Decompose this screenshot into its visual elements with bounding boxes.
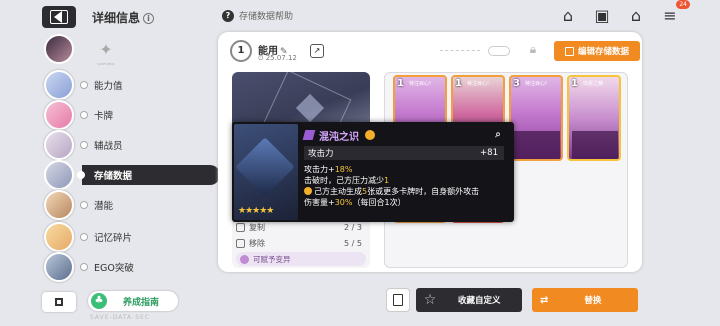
star-icon: ☆ [423,292,437,308]
coin-icon [365,130,375,140]
copy-stat: 复制 2 / 3 [236,220,366,234]
radio-dot [80,81,88,89]
lock-icon[interactable]: 🔒︎ [526,42,540,58]
collect-custom-button[interactable]: ☆ 收藏自定义 [416,288,522,312]
avatar [44,252,74,282]
variant-button[interactable]: 可赋予变异 [236,252,366,266]
avatar [44,160,74,190]
avatar [44,130,74,160]
panel-header: 1 能用 ✎ ⏱ 25.07.12 ↗ 🔒︎ 编辑存储数据 [230,40,640,64]
attack-row: 攻击力 +81 [304,146,504,160]
stat-label: 移除 [249,238,265,248]
id-card-icon[interactable]: ▣ [592,6,612,26]
help-link[interactable]: ? 存储数据帮助 [222,9,293,22]
help-text: 存储数据帮助 [239,12,294,22]
sidebar-item-ego[interactable]: EGO突破 [38,252,178,282]
link-icon [488,46,510,56]
guide-button-label: 养成指南 [123,297,160,308]
deck-date-text: 25.07.12 [265,54,297,62]
info-icon[interactable]: i [143,13,155,24]
sidebar-item-stats[interactable]: 能力值 [38,70,178,100]
avatar [44,100,74,130]
back-icon [50,10,68,24]
page-title: 详细信息 i [92,9,155,26]
edit-save-data-button[interactable]: 编辑存储数据 [554,41,640,61]
footer-watermark: SAVE-DATA-SEC [90,314,150,321]
grid-button[interactable] [42,292,76,312]
emblem-icon: ✦ SAVE DECK [97,40,115,66]
menu-badge: 24 [676,0,690,9]
stat-value: 5 / 5 [344,238,362,248]
chaos-icon [302,130,316,140]
question-icon: ? [222,9,234,22]
star-rating: ★★★★★ [238,206,274,216]
sidebar-item-cards[interactable]: 卡牌 [38,100,178,130]
divider [440,50,480,51]
sidebar-item-label: 能力值 [94,81,123,92]
share-icon[interactable]: ↗ [310,44,324,58]
attack-value: +81 [480,148,498,158]
remove-icon [236,238,245,248]
page-title-text: 详细信息 [92,11,141,25]
swap-button[interactable]: ⇄ 替换 [532,288,638,312]
stat-label: 复制 [249,222,265,232]
copy-icon [236,222,245,232]
sidebar-item-label: 辅战员 [94,141,123,152]
edit-icon [564,46,574,56]
grid-icon [55,298,63,306]
top-icons: ⌂ ▣ ⌂ ≡ [558,6,680,26]
coin-icon [304,187,312,195]
guide-button[interactable]: ♣ 养成指南 [88,291,178,311]
menu-icon[interactable]: ≡ [660,6,680,26]
home-icon[interactable]: ⌂ [626,6,646,26]
variant-button-label: 可赋予变异 [253,254,291,264]
radio-dot [80,263,88,271]
radio-dot [77,171,85,179]
equipment-header: 混沌之识 ⌕ [302,127,510,143]
equipment-name: 混沌之识 [319,131,359,143]
back-button[interactable] [42,6,76,28]
swap-button-label: 替换 [584,296,602,306]
avatar [44,34,74,64]
sidebar-item-saved-data[interactable]: 存储数据 [77,165,220,185]
deck-date: ⏱ 25.07.12 [258,54,297,62]
radio-dot [80,141,88,149]
sidebar: ✦ SAVE DECK 能力值 卡牌 辅战员 存储数据 潜能 记忆碎片 EGO突破 [38,34,220,312]
radio-dot [80,201,88,209]
sidebar-item-label: 存储数据 [94,171,133,182]
variant-icon [240,254,249,264]
sidebar-item-label: EGO突破 [94,263,134,274]
attack-label: 攻击力 [308,149,334,159]
collect-button-label: 收藏自定义 [458,296,501,306]
swap-icon: ⇄ [540,294,549,306]
bottom-bar: ☆ 收藏自定义 ⇄ 替换 [386,288,642,312]
sidebar-item-label: 记忆碎片 [94,233,133,244]
leaf-icon: ♣ [91,293,107,309]
slot-number: 1 [230,40,252,62]
avatar [44,70,74,100]
equipment-description: 攻击力+18% 击破时，己方压力减少1 己方主动生成5张或更多卡牌时，自身额外攻… [304,165,480,207]
sidebar-item-label: 潜能 [94,201,114,212]
sidebar-item-label: 卡牌 [94,111,114,122]
radio-dot [80,233,88,241]
book-icon [393,294,403,306]
sidebar-item-support[interactable]: 辅战员 [38,130,178,160]
magnifier-icon[interactable]: ⌕ [490,127,506,143]
sidebar-item-memory[interactable]: 记忆碎片 [38,222,178,252]
sidebar-item-potential[interactable]: 潜能 [38,190,178,220]
book-button[interactable] [386,288,410,312]
avatar [44,222,74,252]
radio-dot [80,111,88,119]
top-bar: 详细信息 i ? 存储数据帮助 ⌂ ▣ ⌂ ≡ 24 [0,0,720,34]
card[interactable]: 1 出逐之精 [567,75,621,161]
card[interactable]: 3 特注目心! [509,75,563,161]
remove-stat: 移除 5 / 5 [236,236,366,250]
equipment-image: ★★★★★ [234,124,298,220]
hanger-icon[interactable]: ⌂ [558,6,578,26]
edit-button-label: 编辑存储数据 [577,47,629,57]
stat-value: 2 / 3 [344,222,362,232]
avatar [44,190,74,220]
equipment-tooltip: ★★★★★ 混沌之识 ⌕ 攻击力 +81 攻击力+18% 击破时，己方压力减少1 … [232,122,514,222]
